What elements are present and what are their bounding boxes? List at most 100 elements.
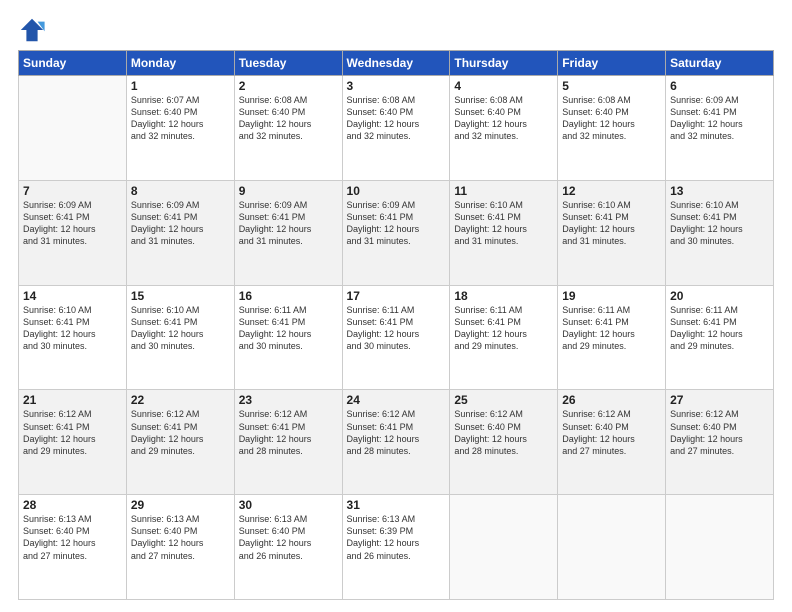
calendar-cell: 9Sunrise: 6:09 AMSunset: 6:41 PMDaylight… xyxy=(234,180,342,285)
calendar-cell: 16Sunrise: 6:11 AMSunset: 6:41 PMDayligh… xyxy=(234,285,342,390)
page: SundayMondayTuesdayWednesdayThursdayFrid… xyxy=(0,0,792,612)
calendar-cell: 10Sunrise: 6:09 AMSunset: 6:41 PMDayligh… xyxy=(342,180,450,285)
day-info: Sunrise: 6:12 AMSunset: 6:41 PMDaylight:… xyxy=(23,408,122,457)
day-info: Sunrise: 6:11 AMSunset: 6:41 PMDaylight:… xyxy=(347,304,446,353)
calendar-cell: 11Sunrise: 6:10 AMSunset: 6:41 PMDayligh… xyxy=(450,180,558,285)
day-info: Sunrise: 6:10 AMSunset: 6:41 PMDaylight:… xyxy=(131,304,230,353)
day-info: Sunrise: 6:13 AMSunset: 6:40 PMDaylight:… xyxy=(131,513,230,562)
calendar-week-5: 28Sunrise: 6:13 AMSunset: 6:40 PMDayligh… xyxy=(19,495,774,600)
calendar-cell: 17Sunrise: 6:11 AMSunset: 6:41 PMDayligh… xyxy=(342,285,450,390)
calendar-cell: 20Sunrise: 6:11 AMSunset: 6:41 PMDayligh… xyxy=(666,285,774,390)
day-info: Sunrise: 6:12 AMSunset: 6:40 PMDaylight:… xyxy=(670,408,769,457)
day-info: Sunrise: 6:09 AMSunset: 6:41 PMDaylight:… xyxy=(670,94,769,143)
day-info: Sunrise: 6:08 AMSunset: 6:40 PMDaylight:… xyxy=(347,94,446,143)
day-info: Sunrise: 6:12 AMSunset: 6:41 PMDaylight:… xyxy=(131,408,230,457)
calendar-cell: 1Sunrise: 6:07 AMSunset: 6:40 PMDaylight… xyxy=(126,76,234,181)
calendar-cell: 8Sunrise: 6:09 AMSunset: 6:41 PMDaylight… xyxy=(126,180,234,285)
day-number: 2 xyxy=(239,79,338,93)
calendar-cell xyxy=(558,495,666,600)
day-number: 21 xyxy=(23,393,122,407)
day-number: 12 xyxy=(562,184,661,198)
day-number: 20 xyxy=(670,289,769,303)
calendar-header-sunday: Sunday xyxy=(19,51,127,76)
calendar-cell: 2Sunrise: 6:08 AMSunset: 6:40 PMDaylight… xyxy=(234,76,342,181)
calendar-cell: 25Sunrise: 6:12 AMSunset: 6:40 PMDayligh… xyxy=(450,390,558,495)
calendar-cell: 12Sunrise: 6:10 AMSunset: 6:41 PMDayligh… xyxy=(558,180,666,285)
day-info: Sunrise: 6:12 AMSunset: 6:40 PMDaylight:… xyxy=(454,408,553,457)
calendar-cell: 18Sunrise: 6:11 AMSunset: 6:41 PMDayligh… xyxy=(450,285,558,390)
logo xyxy=(18,16,50,44)
day-info: Sunrise: 6:10 AMSunset: 6:41 PMDaylight:… xyxy=(454,199,553,248)
calendar-cell: 24Sunrise: 6:12 AMSunset: 6:41 PMDayligh… xyxy=(342,390,450,495)
day-info: Sunrise: 6:13 AMSunset: 6:40 PMDaylight:… xyxy=(23,513,122,562)
day-number: 6 xyxy=(670,79,769,93)
calendar-cell: 15Sunrise: 6:10 AMSunset: 6:41 PMDayligh… xyxy=(126,285,234,390)
calendar-cell: 26Sunrise: 6:12 AMSunset: 6:40 PMDayligh… xyxy=(558,390,666,495)
calendar-cell: 22Sunrise: 6:12 AMSunset: 6:41 PMDayligh… xyxy=(126,390,234,495)
day-info: Sunrise: 6:10 AMSunset: 6:41 PMDaylight:… xyxy=(23,304,122,353)
calendar-cell: 7Sunrise: 6:09 AMSunset: 6:41 PMDaylight… xyxy=(19,180,127,285)
calendar-cell: 21Sunrise: 6:12 AMSunset: 6:41 PMDayligh… xyxy=(19,390,127,495)
day-number: 24 xyxy=(347,393,446,407)
day-number: 1 xyxy=(131,79,230,93)
day-number: 31 xyxy=(347,498,446,512)
day-info: Sunrise: 6:12 AMSunset: 6:40 PMDaylight:… xyxy=(562,408,661,457)
day-info: Sunrise: 6:08 AMSunset: 6:40 PMDaylight:… xyxy=(562,94,661,143)
day-number: 16 xyxy=(239,289,338,303)
day-number: 23 xyxy=(239,393,338,407)
calendar-cell: 23Sunrise: 6:12 AMSunset: 6:41 PMDayligh… xyxy=(234,390,342,495)
calendar-cell: 19Sunrise: 6:11 AMSunset: 6:41 PMDayligh… xyxy=(558,285,666,390)
day-number: 22 xyxy=(131,393,230,407)
calendar-week-2: 7Sunrise: 6:09 AMSunset: 6:41 PMDaylight… xyxy=(19,180,774,285)
day-number: 18 xyxy=(454,289,553,303)
day-number: 13 xyxy=(670,184,769,198)
calendar-cell xyxy=(666,495,774,600)
logo-icon xyxy=(18,16,46,44)
day-info: Sunrise: 6:11 AMSunset: 6:41 PMDaylight:… xyxy=(239,304,338,353)
calendar-table: SundayMondayTuesdayWednesdayThursdayFrid… xyxy=(18,50,774,600)
day-info: Sunrise: 6:12 AMSunset: 6:41 PMDaylight:… xyxy=(239,408,338,457)
calendar-week-4: 21Sunrise: 6:12 AMSunset: 6:41 PMDayligh… xyxy=(19,390,774,495)
day-number: 9 xyxy=(239,184,338,198)
day-info: Sunrise: 6:11 AMSunset: 6:41 PMDaylight:… xyxy=(454,304,553,353)
calendar-header-saturday: Saturday xyxy=(666,51,774,76)
calendar-cell xyxy=(19,76,127,181)
day-number: 28 xyxy=(23,498,122,512)
day-info: Sunrise: 6:07 AMSunset: 6:40 PMDaylight:… xyxy=(131,94,230,143)
calendar-header-row: SundayMondayTuesdayWednesdayThursdayFrid… xyxy=(19,51,774,76)
day-number: 14 xyxy=(23,289,122,303)
day-number: 17 xyxy=(347,289,446,303)
calendar-header-tuesday: Tuesday xyxy=(234,51,342,76)
calendar-cell: 31Sunrise: 6:13 AMSunset: 6:39 PMDayligh… xyxy=(342,495,450,600)
day-number: 25 xyxy=(454,393,553,407)
day-number: 7 xyxy=(23,184,122,198)
day-info: Sunrise: 6:11 AMSunset: 6:41 PMDaylight:… xyxy=(670,304,769,353)
day-number: 15 xyxy=(131,289,230,303)
calendar-week-1: 1Sunrise: 6:07 AMSunset: 6:40 PMDaylight… xyxy=(19,76,774,181)
day-number: 8 xyxy=(131,184,230,198)
calendar-header-thursday: Thursday xyxy=(450,51,558,76)
calendar-cell: 27Sunrise: 6:12 AMSunset: 6:40 PMDayligh… xyxy=(666,390,774,495)
day-info: Sunrise: 6:10 AMSunset: 6:41 PMDaylight:… xyxy=(670,199,769,248)
day-info: Sunrise: 6:08 AMSunset: 6:40 PMDaylight:… xyxy=(239,94,338,143)
calendar-cell: 29Sunrise: 6:13 AMSunset: 6:40 PMDayligh… xyxy=(126,495,234,600)
day-info: Sunrise: 6:13 AMSunset: 6:40 PMDaylight:… xyxy=(239,513,338,562)
day-number: 4 xyxy=(454,79,553,93)
calendar-cell: 13Sunrise: 6:10 AMSunset: 6:41 PMDayligh… xyxy=(666,180,774,285)
day-info: Sunrise: 6:09 AMSunset: 6:41 PMDaylight:… xyxy=(23,199,122,248)
day-info: Sunrise: 6:11 AMSunset: 6:41 PMDaylight:… xyxy=(562,304,661,353)
calendar-cell: 5Sunrise: 6:08 AMSunset: 6:40 PMDaylight… xyxy=(558,76,666,181)
day-number: 29 xyxy=(131,498,230,512)
calendar-cell: 30Sunrise: 6:13 AMSunset: 6:40 PMDayligh… xyxy=(234,495,342,600)
calendar-cell xyxy=(450,495,558,600)
day-info: Sunrise: 6:13 AMSunset: 6:39 PMDaylight:… xyxy=(347,513,446,562)
day-info: Sunrise: 6:10 AMSunset: 6:41 PMDaylight:… xyxy=(562,199,661,248)
calendar-header-monday: Monday xyxy=(126,51,234,76)
calendar-cell: 3Sunrise: 6:08 AMSunset: 6:40 PMDaylight… xyxy=(342,76,450,181)
day-number: 30 xyxy=(239,498,338,512)
day-number: 19 xyxy=(562,289,661,303)
calendar-header-wednesday: Wednesday xyxy=(342,51,450,76)
day-info: Sunrise: 6:09 AMSunset: 6:41 PMDaylight:… xyxy=(131,199,230,248)
day-info: Sunrise: 6:09 AMSunset: 6:41 PMDaylight:… xyxy=(239,199,338,248)
day-number: 5 xyxy=(562,79,661,93)
